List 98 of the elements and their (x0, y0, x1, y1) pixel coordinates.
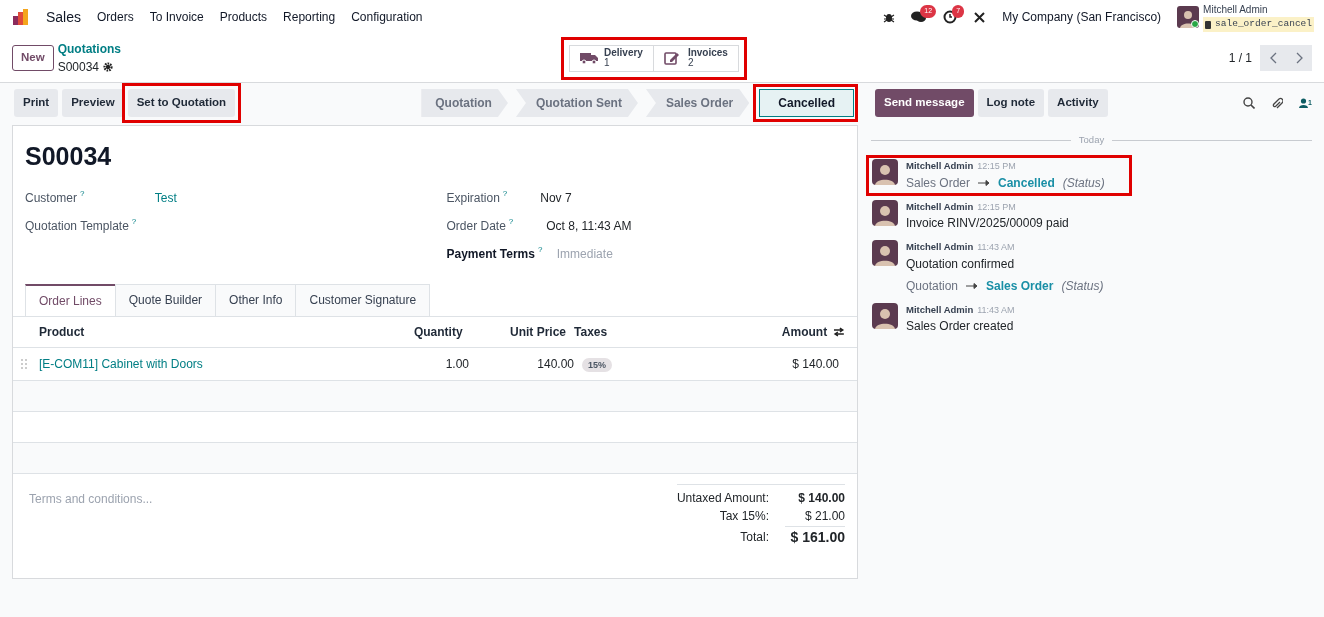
pager-value: 1 / 1 (1228, 50, 1252, 67)
truck-icon (580, 51, 598, 65)
help-marker[interactable]: ? (502, 189, 508, 198)
app-logo-icon[interactable] (12, 8, 30, 26)
help-marker[interactable]: ? (508, 217, 514, 226)
arrow-icon (978, 179, 991, 186)
form-tab[interactable]: Customer Signature (295, 283, 431, 316)
paperclip-icon[interactable] (1271, 96, 1284, 110)
status-stage[interactable]: Cancelled (759, 89, 854, 117)
menu-item[interactable]: To Invoice (141, 8, 212, 26)
message-author[interactable]: Mitchell Admin (906, 240, 974, 255)
message-body: Quotation confirmed (906, 255, 1016, 273)
message-time: 12:15 PM (977, 200, 1016, 214)
field-value[interactable]: Test (154, 188, 177, 207)
column-header[interactable]: Taxes (566, 322, 705, 341)
new-button[interactable]: New (12, 45, 54, 71)
clock-icon[interactable] (943, 10, 958, 24)
total-label: Tax 15%: (719, 507, 769, 525)
smart-button[interactable]: Invoices 2 (652, 44, 739, 72)
total-value: $ 21.00 (803, 507, 845, 525)
record-name: S00034 (57, 59, 100, 76)
message-author[interactable]: Mitchell Admin (906, 302, 974, 317)
avatar-icon[interactable] (872, 159, 898, 186)
tracking-field: (Status) (1061, 276, 1104, 295)
smart-button[interactable]: Delivery 1 (569, 44, 654, 72)
product-link[interactable]: [E-COM11] Cabinet with Doors (39, 356, 203, 371)
menu-item[interactable]: Configuration (343, 8, 431, 26)
form-tab[interactable]: Order Lines (25, 283, 116, 316)
chevron-right-icon (1295, 52, 1303, 64)
action-button[interactable]: Preview (62, 89, 124, 117)
status-stage[interactable]: Quotation (421, 89, 508, 117)
app-name[interactable]: Sales (38, 6, 90, 28)
search-icon[interactable] (1243, 97, 1256, 109)
message-time: 11:43 AM (977, 241, 1015, 255)
avatar-icon[interactable] (872, 302, 898, 329)
message-author[interactable]: Mitchell Admin (906, 199, 974, 214)
record-title: S00034 (25, 141, 113, 172)
arrow-icon (966, 282, 979, 289)
avatar-icon[interactable] (872, 240, 898, 267)
field-label: Expiration (446, 189, 500, 207)
drag-handle-icon[interactable] (21, 358, 27, 369)
message-time: 12:15 PM (977, 160, 1016, 174)
message-body: Invoice RINV/2025/00009 paid (906, 215, 1069, 233)
table-cell: $ 140.00 (792, 356, 839, 371)
table-cell: 1.00 (445, 356, 469, 371)
tracking-old-value: Sales Order (906, 174, 971, 192)
action-button[interactable]: Set to Quotation (127, 89, 236, 117)
column-header[interactable]: Quantity (373, 322, 463, 341)
table-cell: 140.00 (537, 356, 574, 371)
tracking-field: (Status) (1062, 173, 1105, 192)
column-header[interactable]: Unit Price (462, 322, 566, 341)
avatar-icon[interactable] (872, 199, 898, 226)
column-header[interactable]: Amount (704, 322, 828, 341)
help-marker[interactable]: ? (131, 217, 137, 226)
status-stage[interactable]: Quotation Sent (515, 89, 638, 117)
total-label: Total: (740, 528, 769, 546)
message-author[interactable]: Mitchell Admin (906, 159, 974, 174)
chatter-button[interactable]: Activity (1048, 89, 1108, 117)
chevron-left-icon (1269, 52, 1277, 64)
action-button[interactable]: Print (14, 89, 59, 117)
field-label: Customer (25, 189, 77, 207)
message-body: Sales Order created (906, 318, 1015, 336)
tracking-new-value: Sales Order (986, 277, 1054, 295)
menu-item[interactable]: Reporting (275, 8, 344, 26)
database-icon (1205, 20, 1212, 29)
total-value: $ 140.00 (797, 489, 845, 507)
company-switcher[interactable]: My Company (San Francisco) (1002, 8, 1162, 26)
field-label: Order Date (446, 217, 506, 235)
message-time: 11:43 AM (977, 303, 1015, 317)
column-header[interactable]: Product (39, 322, 374, 341)
edit-icon (663, 51, 682, 65)
help-marker[interactable]: ? (537, 245, 543, 254)
total-label: Untaxed Amount: (676, 489, 769, 507)
tax-tag: 15% (582, 357, 612, 372)
database-name: sale_order_cancel (1203, 17, 1314, 32)
field-label: Payment Terms (446, 245, 535, 263)
chatter-button[interactable]: Log note (977, 89, 1045, 117)
swap-icon[interactable] (833, 326, 845, 337)
tracking-old-value: Quotation (906, 277, 959, 295)
status-stage[interactable]: Sales Order (645, 89, 750, 117)
date-separator: Today (1077, 133, 1106, 147)
menu-item[interactable]: Products (211, 8, 276, 26)
form-tab[interactable]: Quote Builder (114, 283, 217, 316)
field-value[interactable]: Nov 7 (540, 188, 572, 207)
bug-icon[interactable] (883, 11, 896, 23)
tracking-new-value: Cancelled (998, 174, 1055, 192)
help-marker[interactable]: ? (80, 189, 85, 198)
total-value: $ 161.00 (785, 525, 845, 548)
field-label: Quotation Template (25, 217, 129, 235)
chatter-button[interactable]: Send message (875, 89, 974, 117)
breadcrumb-link[interactable]: Quotations (57, 40, 121, 58)
avatar-icon[interactable] (1177, 6, 1200, 28)
user-name: Mitchell Admin (1203, 3, 1269, 18)
person-icon (1299, 97, 1309, 108)
gear-icon[interactable] (103, 62, 114, 72)
form-tab[interactable]: Other Info (215, 283, 297, 316)
menu-item[interactable]: Orders (89, 8, 142, 26)
field-value[interactable]: Oct 8, 11:43 AM (546, 216, 632, 235)
